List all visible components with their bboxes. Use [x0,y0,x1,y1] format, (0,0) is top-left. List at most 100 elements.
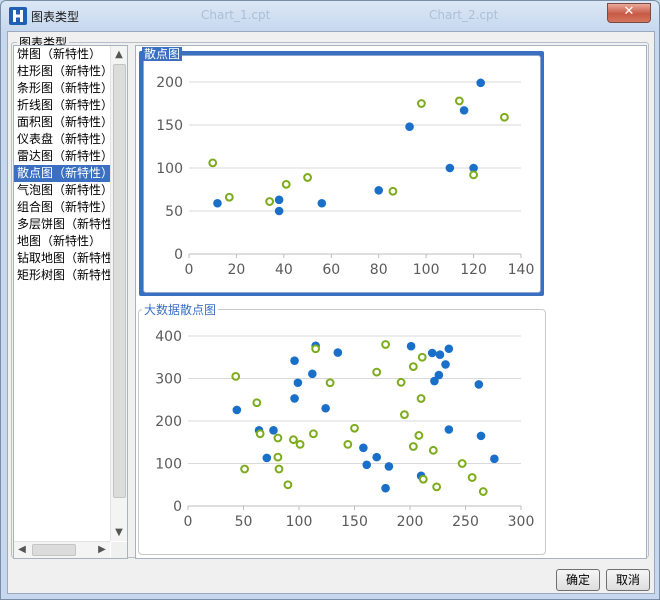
scatter-point-hollow [252,398,262,408]
scatter-point-hollow [325,378,335,388]
scatter-point-hollow [295,439,305,449]
list-item[interactable]: 地图（新特性） [14,233,110,250]
scatter-point-filled [444,344,454,354]
list-item[interactable]: 散点图（新特性） [14,165,110,182]
x-tick-label: 100 [413,262,440,278]
y-tick-label: 0 [174,247,183,263]
title-bar[interactable]: 图表类型 Chart_1.cpt Chart_2.cpt ✕ [1,1,659,31]
scatter-point-filled [262,453,272,463]
scatter-point-hollow [408,362,418,371]
scatter-point-hollow [231,371,241,381]
list-item[interactable]: 雷达图（新特性） [14,148,110,165]
x-tick-label: 50 [235,514,253,530]
scatter-point-hollow [400,410,409,420]
list-item[interactable]: 柱形图（新特性） [14,63,110,80]
x-tick-label: 0 [185,262,194,278]
x-tick-label: 80 [370,262,388,278]
scatter-point-hollow [469,170,478,180]
horizontal-scrollbar[interactable]: ◀ ▶ [14,541,110,558]
chart-type-list[interactable]: 饼图（新特性） 柱形图（新特性） 条形图（新特性） 折线图（新特性） 面积图（新特性）仪… [13,45,128,559]
list-item[interactable]: 面积图（新特性） [14,114,110,131]
scatter-point-hollow [240,464,250,474]
x-tick-label: 140 [508,262,535,278]
horizontal-scroll-thumb[interactable] [32,544,76,556]
x-tick-label: 300 [508,514,535,530]
x-tick-label: 150 [341,514,368,530]
scatter-point-filled [459,106,469,115]
y-tick-label: 200 [156,75,183,91]
scatter-point-hollow [396,377,406,387]
scatter-chart-card[interactable]: 0 50 100 150 200 0 20 40 60 80 100 120 140 散点图 [139,47,544,296]
scatter-point-filled [333,348,343,357]
scatter-point-hollow [309,429,318,439]
scroll-down-arrow-icon[interactable]: ▼ [111,524,127,541]
scatter-point-hollow [303,173,312,182]
scatter-point-filled [384,462,394,471]
list-item[interactable]: 仪表盘（新特性） [14,131,110,148]
dialog-body: 图表类型 饼图（新特性） 柱形图（新特性） 条形图（新特性） 折线图（新特性） 面积图（… [7,31,655,594]
scatter-point-filled [476,78,485,88]
scatter-point-hollow [289,435,298,445]
bigdata-scatter-chart-card[interactable]: 0 100 200 300 400 0 50 100 150 200 250 300 大数据散点图 [138,303,546,555]
app-logo-icon [9,7,27,25]
dialog-window: 图表类型 Chart_1.cpt Chart_2.cpt ✕ 图表类型 饼图（新… [0,0,660,600]
scatter-point-hollow [388,186,398,196]
scatter-point-hollow [500,112,509,122]
scatter-point-filled [441,360,450,369]
scatter-point-hollow [454,96,464,106]
list-item[interactable]: 饼图（新特性） [14,46,110,63]
scroll-corner [111,542,127,558]
chart-preview-panel: 0 50 100 150 200 0 20 40 60 80 100 120 140 散点图 0 100 2… [135,45,647,559]
list-item[interactable]: 矩形树图（新特性） [14,267,110,284]
background-tab-ghost: Chart_2.cpt [429,8,499,22]
vertical-scrollbar[interactable]: ▲ ▼ [110,46,127,541]
scatter-point-hollow [350,423,359,433]
scatter-point-hollow [343,439,353,449]
list-item[interactable]: 条形图（新特性） [14,80,110,97]
scatter-point-hollow [417,352,427,362]
x-tick-label: 40 [275,262,293,278]
scroll-left-arrow-icon[interactable]: ◀ [14,542,30,558]
close-button[interactable]: ✕ [607,3,651,23]
scatter-point-filled [381,483,390,493]
scatter-point-filled [290,394,299,403]
scatter-point-filled [290,356,299,365]
card-label: 大数据散点图 [142,303,219,317]
scatter-point-hollow [281,179,291,189]
scroll-up-arrow-icon[interactable]: ▲ [111,46,127,63]
scatter-point-hollow [414,431,424,440]
scatter-point-filled [232,405,242,415]
list-item[interactable]: 钻取地图（新特性） [14,250,110,267]
vertical-scroll-thumb[interactable] [113,64,126,498]
scatter-point-filled [445,163,455,173]
list-item[interactable]: 气泡图（新特性） [14,182,110,199]
scatter-point-filled [321,403,330,413]
scatter-point-hollow [224,192,234,202]
background-tab-ghost: Chart_1.cpt [201,8,271,22]
scatter-point-filled [374,186,384,195]
x-tick-label: 200 [397,514,424,530]
scatter-point-hollow [208,158,218,168]
x-tick-label: 20 [228,262,246,278]
scatter-point-hollow [418,474,428,484]
list-item[interactable]: 折线图（新特性） [14,97,110,114]
scatter-point-hollow [274,464,284,474]
y-tick-label: 200 [155,414,182,430]
ok-button[interactable]: 确定 [556,569,600,591]
scatter-point-filled [427,348,437,358]
scatter-point-filled [476,431,486,441]
scatter-point-filled [444,425,454,434]
y-tick-label: 400 [155,329,182,345]
scatter-point-filled [434,370,444,380]
scatter-point-hollow [428,445,438,455]
y-tick-label: 150 [156,118,183,134]
list-item[interactable]: 组合图（新特性） [14,199,110,216]
scatter-point-filled [406,341,416,351]
scatter-point-hollow [311,344,321,354]
cancel-button[interactable]: 取消 [606,569,650,591]
close-icon: ✕ [623,4,635,19]
chart-type-items: 饼图（新特性） 柱形图（新特性） 条形图（新特性） 折线图（新特性） 面积图（新特性）仪… [14,46,110,541]
list-item[interactable]: 多层饼图（新特性 [14,216,110,233]
scroll-right-arrow-icon[interactable]: ▶ [94,542,110,558]
scatter-point-filled [213,198,222,208]
